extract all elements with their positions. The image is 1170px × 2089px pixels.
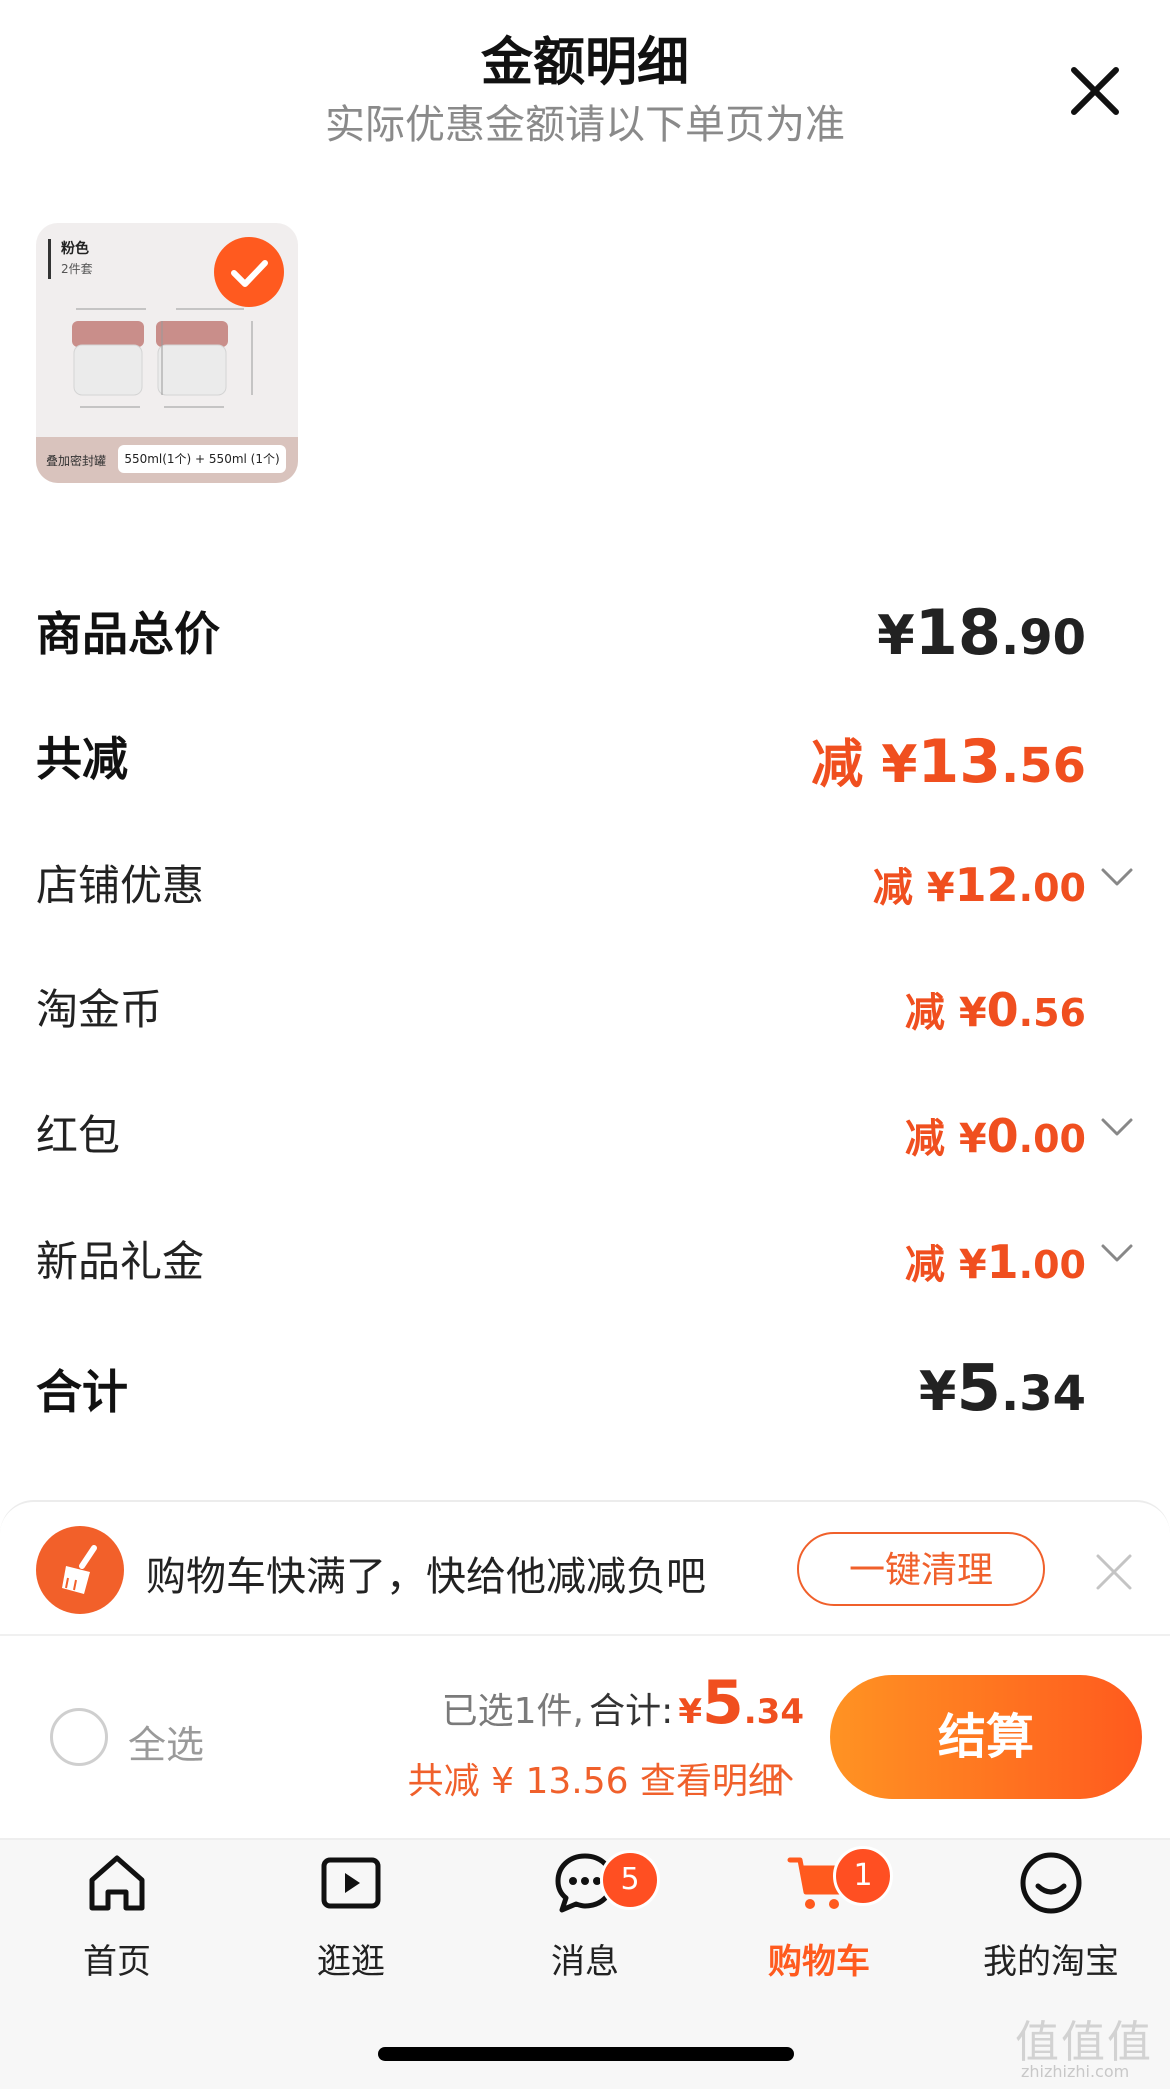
shop-discount-value[interactable]: 减 ¥12.00 [873,855,1086,913]
tab-label: 购物车 [768,1942,870,1982]
coin-prefix: 减 ¥ [904,990,987,1036]
gift-int: 1 [986,1235,1019,1289]
checkout-button[interactable]: 结算 [830,1675,1142,1799]
promo-text: 购物车快满了，快给他减减负吧 [146,1554,706,1600]
tab-label: 首页 [83,1942,151,1982]
redpack-value[interactable]: 减 ¥0.00 [905,1106,1086,1164]
total-price-value: ¥18.90 [877,596,1086,669]
chevron-down-icon[interactable] [1100,866,1134,888]
redpack-dec: .00 [1018,1117,1086,1161]
play-icon [321,1857,381,1909]
checkout-total-dec: .34 [743,1692,804,1732]
chevron-down-icon[interactable] [1100,1242,1134,1264]
gift-value[interactable]: 减 ¥1.00 [905,1232,1086,1290]
gift-dec: .00 [1018,1243,1086,1287]
discount-int: 13 [917,727,1001,797]
product-spec: 粉色 2件套 [48,239,93,279]
tab-home[interactable]: 首页 [17,1850,217,1982]
total-price-yen: ¥ [877,604,915,667]
redpack-label: 红包 [36,1111,121,1160]
checkout-total-int: 5 [702,1668,744,1738]
shop-discount-int: 12 [954,858,1019,912]
selected-count: 已选1件, [441,1691,585,1732]
coin-value: 减 ¥0.56 [905,980,1086,1038]
coin-int: 0 [986,983,1019,1037]
view-detail-link[interactable]: 查看明细 [640,1761,784,1802]
checkout-yen: ¥ [678,1692,703,1732]
divider [0,1634,1170,1636]
home-icon [89,1855,145,1911]
cart-badge: 1 [833,1846,893,1906]
page-title: 金额明细 [480,33,689,93]
tab-browse[interactable]: 逛逛 [251,1850,451,1982]
tab-label: 我的淘宝 [983,1942,1119,1982]
smile-icon [1020,1852,1082,1914]
one-click-clean-button[interactable]: 一键清理 [797,1532,1045,1606]
product-bottom-bar: 叠加密封罐 550ml(1个) + 550ml (1个) [36,437,298,483]
total-price-label: 商品总价 [36,607,220,661]
chevron-up-icon[interactable] [770,1766,794,1782]
total-price-int: 18 [914,596,1001,669]
close-icon[interactable] [1064,60,1126,122]
watermark-url: zhizhizhi.com [1021,2062,1130,2081]
shop-discount-dec: .00 [1018,866,1086,910]
redpack-prefix: 减 ¥ [904,1116,987,1162]
watermark: 值值值 [1015,2017,1153,2068]
jar-image [72,308,253,408]
tab-label: 逛逛 [317,1942,385,1982]
tab-my-taobao[interactable]: 我的淘宝 [951,1850,1151,1982]
product-thumbnail[interactable]: 粉色 2件套 叠加密封罐 550ml(1个) + 550ml (1个) [36,223,298,483]
shop-discount-label: 店铺优惠 [36,861,205,910]
gift-prefix: 减 ¥ [904,1242,987,1288]
checkout-total-label: 合计: [589,1691,674,1732]
redpack-int: 0 [986,1109,1019,1163]
discount-dec: .56 [1000,738,1086,794]
product-spec-pill: 550ml(1个) + 550ml (1个) [118,445,286,473]
checkout-summary: 已选1件, 合计: ¥5.34 [442,1668,804,1738]
chevron-down-icon[interactable] [1100,1116,1134,1138]
product-set-label: 2件套 [61,262,93,276]
discount-label: 共减 [36,732,128,786]
sum-label: 合计 [36,1365,128,1419]
checkout-discount-line[interactable]: 共减 ¥ 13.56 查看明细 [408,1752,784,1804]
selected-check-icon[interactable] [214,237,284,307]
sum-yen: ¥ [918,1360,957,1423]
discount-value: 减 ¥13.56 [811,722,1086,797]
broom-icon [36,1526,124,1614]
gift-label: 新品礼金 [36,1237,205,1286]
select-all-radio[interactable] [50,1708,108,1766]
discount-prefix: 减 ¥ [811,735,918,795]
sum-int: 5 [956,1352,1001,1426]
product-bottom-label: 叠加密封罐 [46,454,107,468]
total-price-dec: .90 [1000,610,1086,666]
product-color-label: 粉色 [61,241,89,257]
tab-label: 消息 [551,1942,619,1982]
page-subtitle: 实际优惠金额请以下单页为准 [325,102,845,148]
coin-dec: .56 [1018,991,1086,1035]
checkout-discount-text: 共减 ¥ 13.56 [407,1761,629,1802]
sum-dec: .34 [1000,1366,1086,1422]
shop-discount-prefix: 减 ¥ [872,865,955,911]
sum-value: ¥5.34 [919,1352,1086,1426]
coin-label: 淘金币 [36,985,163,1034]
message-badge: 5 [600,1850,660,1910]
home-indicator [378,2047,794,2061]
close-icon[interactable] [1094,1552,1134,1592]
select-all-label[interactable]: 全选 [128,1714,204,1769]
